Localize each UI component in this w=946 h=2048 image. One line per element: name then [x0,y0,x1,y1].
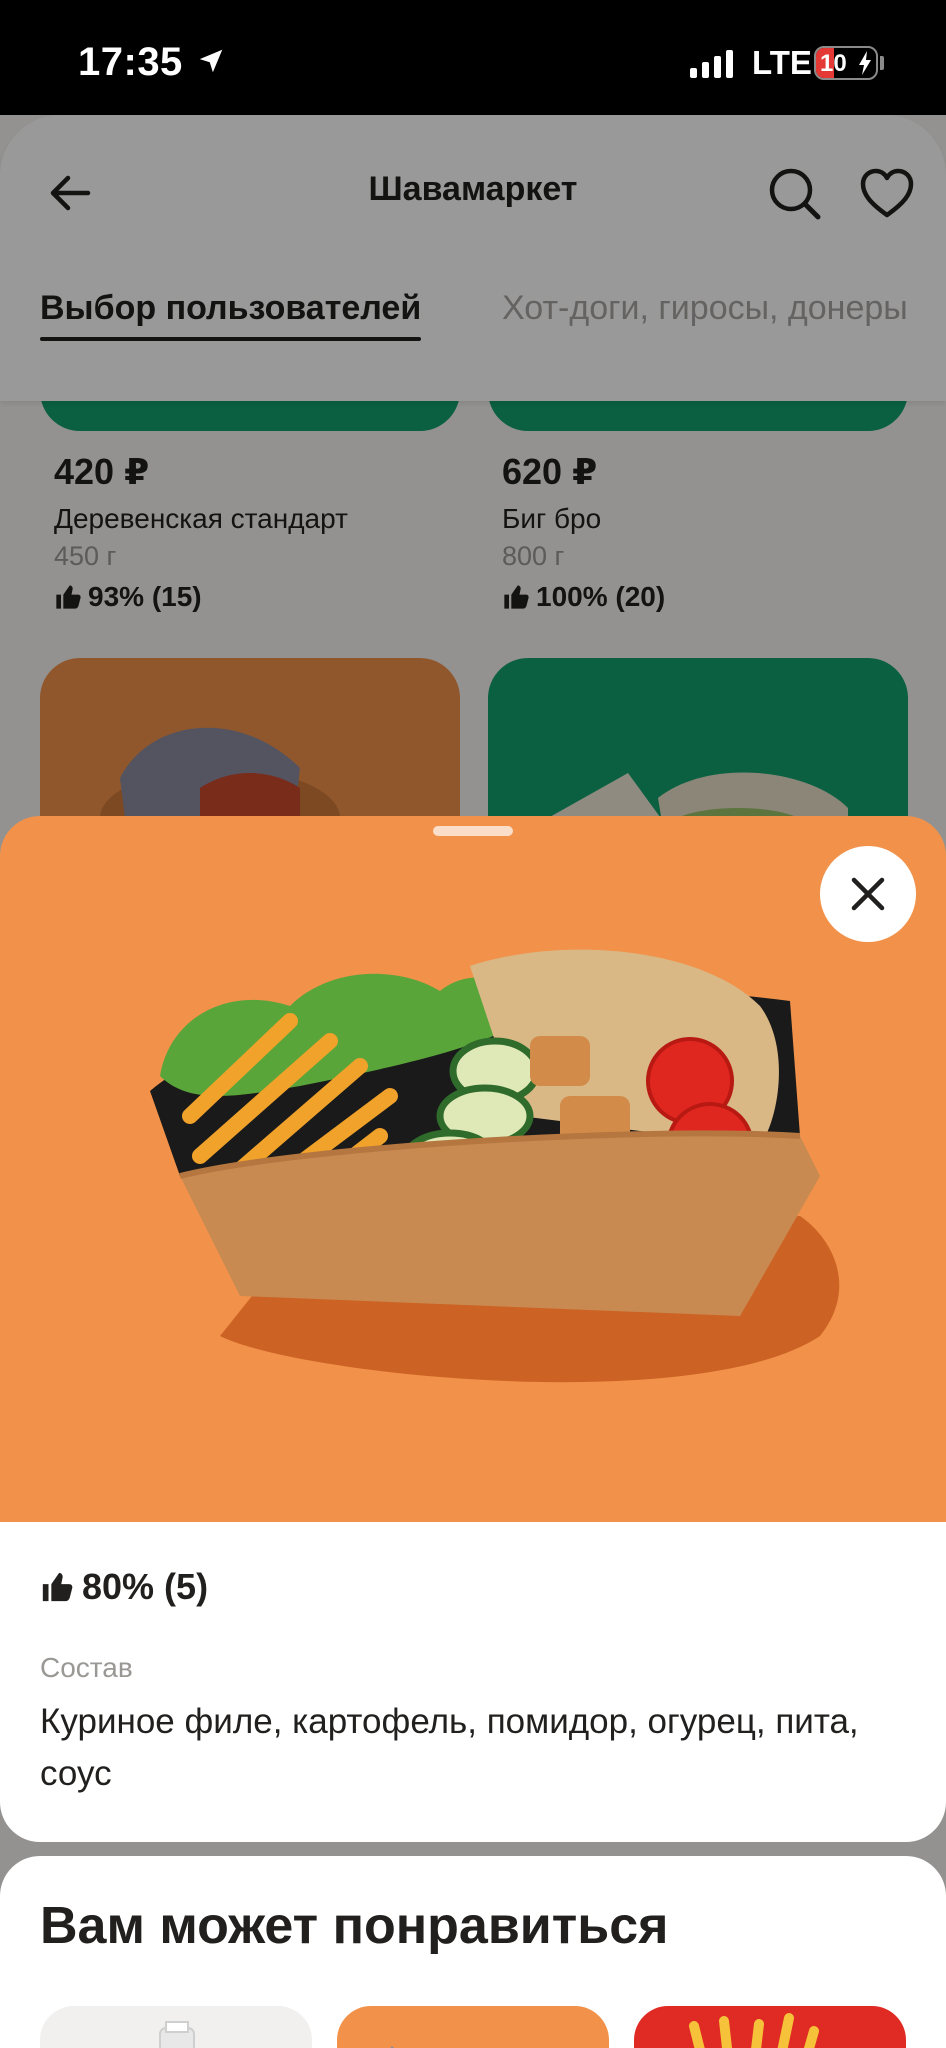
close-button[interactable] [820,846,916,942]
battery-tip [880,56,884,70]
close-icon [851,877,885,911]
status-time: 17:35 [78,40,183,84]
recommended-item[interactable] [337,2006,609,2048]
composition-text: Куриное филе, картофель, помидор, огурец… [40,1702,859,1793]
signal-icon [690,48,733,78]
product-info: 80% (5) Состав Куриное филе, картофель, … [0,1522,946,1842]
recommendations-title: Вам может понравиться [40,1897,669,1955]
product-photo-large [0,816,946,1522]
product-rating: 80% (5) [40,1566,208,1608]
sheet-drag-handle[interactable] [433,826,513,836]
recommended-item[interactable] [40,2006,312,2048]
recommendations-section: Вам может понравиться [0,1856,946,2048]
battery-level: 10 [820,50,847,77]
battery-icon: 10 [814,46,878,80]
thumbs-up-icon [42,1572,73,1602]
product-sheet: 80% (5) Состав Куриное филе, картофель, … [0,816,946,2048]
recommended-item[interactable] [634,2006,906,2048]
status-bar: 17:35 LTE 10 [0,0,946,115]
network-type: LTE [752,44,812,81]
location-arrow-icon [199,49,223,73]
rating-value: 80% (5) [82,1566,209,1607]
composition-label: Состав [40,1652,133,1683]
